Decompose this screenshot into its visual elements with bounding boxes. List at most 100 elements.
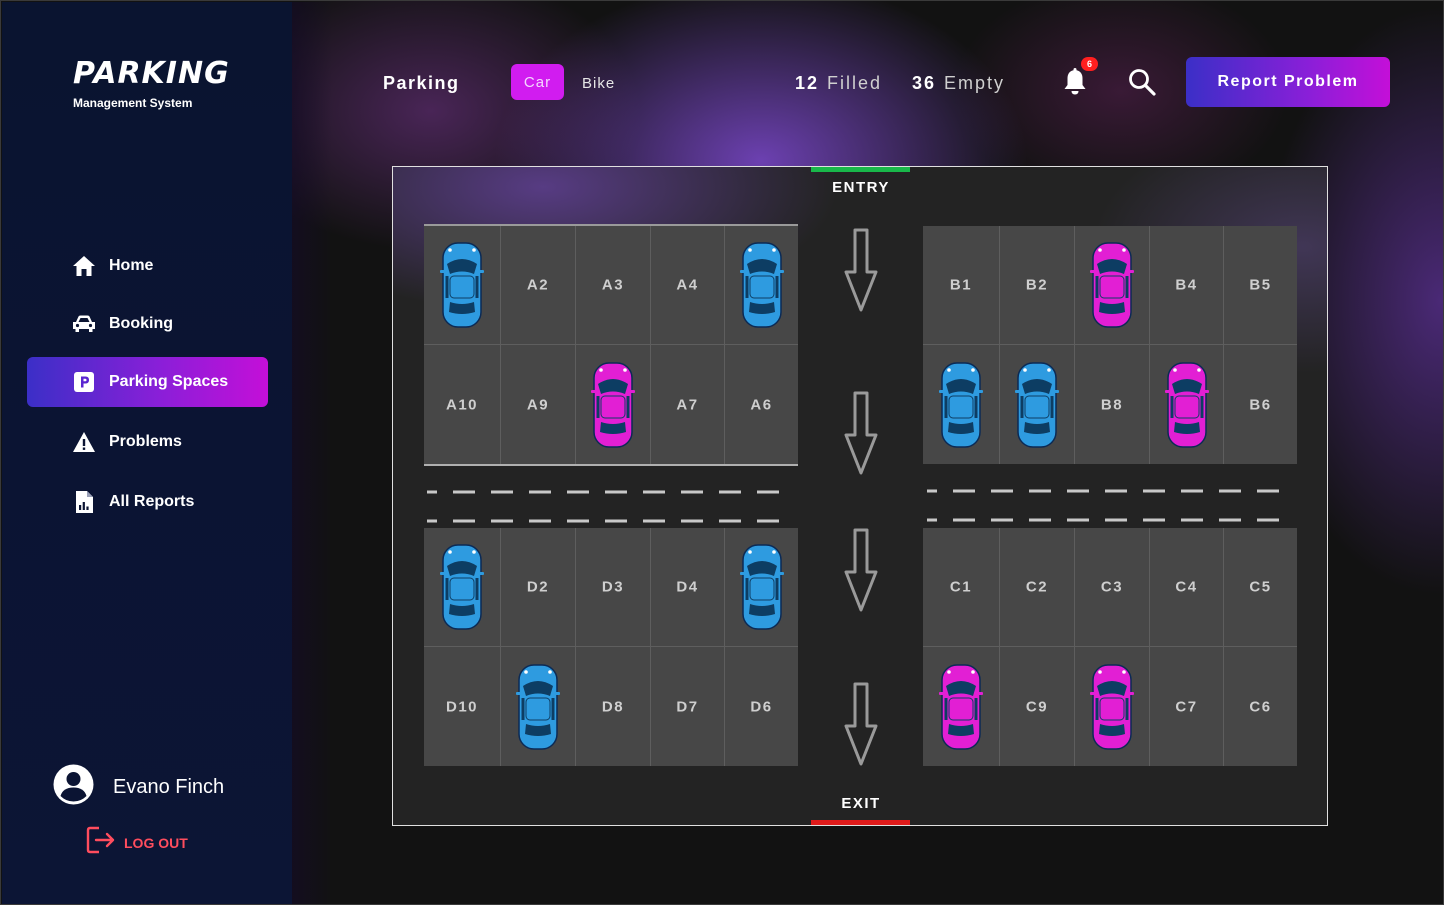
parking-slot-b10[interactable]	[923, 345, 1000, 464]
parking-slot-c9[interactable]: C9	[1000, 647, 1075, 766]
logo-title: PARKING	[73, 56, 230, 91]
logout-label: LOG OUT	[124, 834, 188, 851]
sidebar-item-label: All Reports	[109, 493, 195, 510]
parking-block-c: C1 C2 C3 C4 C5 C9 C7 C6	[923, 528, 1297, 766]
sidebar-item-booking[interactable]: Booking	[27, 299, 268, 349]
sidebar: PARKING Management System Home Booking P…	[2, 2, 332, 904]
parking-slot-c1[interactable]: C1	[923, 528, 1000, 647]
page-title: Parking	[383, 73, 460, 93]
slot-label: B5	[1249, 276, 1272, 294]
search-icon[interactable]	[1127, 67, 1157, 97]
parking-slot-b4[interactable]: B4	[1150, 226, 1224, 345]
parking-slot-a1[interactable]	[424, 226, 501, 345]
parking-lot-map: ENTRY EXIT A2 A3 A4 A10 A9 A7 A6 B1 B2 B4 B5 B8 B6 …	[392, 166, 1328, 826]
slot-label: A10	[445, 396, 479, 413]
parking-slot-b6[interactable]: B6	[1224, 345, 1297, 464]
parking-slot-d7[interactable]: D7	[651, 647, 725, 766]
arrow-down-icon	[844, 228, 878, 317]
slot-label: C2	[1025, 578, 1049, 596]
parking-slot-c6[interactable]: C6	[1224, 647, 1297, 766]
car-icon	[71, 311, 97, 337]
parking-slot-c3[interactable]: C3	[1075, 528, 1150, 647]
arrow-down-icon	[844, 391, 878, 480]
sidebar-item-all-reports[interactable]: All Reports	[27, 477, 268, 527]
entry-label: ENTRY	[832, 179, 890, 196]
logout-button[interactable]: LOG OUT	[86, 825, 188, 860]
lane-marking	[927, 480, 1293, 493]
parking-slot-c10[interactable]	[923, 647, 1000, 766]
parking-slot-b1[interactable]: B1	[923, 226, 1000, 345]
avatar-icon	[53, 764, 94, 810]
parking-slot-a3[interactable]: A3	[576, 226, 651, 345]
parking-icon	[71, 369, 97, 395]
slot-label: B6	[1249, 396, 1272, 413]
parking-slot-b2[interactable]: B2	[1000, 226, 1075, 345]
parking-slot-b9[interactable]	[1000, 345, 1075, 464]
parking-slot-a7[interactable]: A7	[651, 345, 725, 464]
sidebar-item-parking-spaces[interactable]: Parking Spaces	[27, 357, 268, 407]
parking-block-a: A2 A3 A4 A10 A9 A7 A6	[424, 224, 798, 466]
slot-label: A4	[676, 276, 699, 294]
lane-marking	[427, 510, 795, 523]
slot-label: D6	[750, 698, 773, 715]
parking-slot-d10[interactable]: D10	[424, 647, 501, 766]
empty-stat: 36 Empty	[912, 73, 1005, 94]
parking-slot-a8[interactable]	[576, 345, 651, 464]
parking-slot-a5[interactable]	[725, 226, 798, 345]
tab-bike[interactable]: Bike	[582, 75, 615, 92]
logo-subtitle: Management System	[73, 96, 193, 110]
slot-label: C4	[1175, 578, 1198, 596]
parking-slot-d3[interactable]: D3	[576, 528, 651, 647]
parking-slot-b8[interactable]: B8	[1075, 345, 1150, 464]
parking-slot-a4[interactable]: A4	[651, 226, 725, 345]
parking-slot-d6[interactable]: D6	[725, 647, 798, 766]
parking-slot-d5[interactable]	[725, 528, 798, 647]
parking-slot-c8[interactable]	[1075, 647, 1150, 766]
slot-label: D8	[601, 698, 625, 715]
parking-slot-c7[interactable]: C7	[1150, 647, 1224, 766]
slot-label: D3	[601, 578, 625, 596]
user-profile[interactable]: Evano Finch	[53, 764, 224, 810]
parking-slot-c4[interactable]: C4	[1150, 528, 1224, 647]
parking-slot-b3[interactable]	[1075, 226, 1150, 345]
slot-label: B8	[1100, 396, 1124, 413]
slot-label: C7	[1175, 698, 1198, 715]
filled-stat: 12 Filled	[795, 73, 882, 94]
slot-label: A2	[526, 276, 550, 294]
parking-slot-d2[interactable]: D2	[501, 528, 576, 647]
parking-slot-d4[interactable]: D4	[651, 528, 725, 647]
sidebar-item-label: Home	[109, 257, 154, 274]
sidebar-item-home[interactable]: Home	[27, 241, 268, 291]
exit-label: EXIT	[841, 795, 881, 812]
slot-label: C9	[1025, 698, 1049, 715]
slot-label: A7	[676, 396, 699, 413]
sidebar-item-label: Parking Spaces	[109, 373, 229, 390]
empty-count: 36	[912, 73, 937, 93]
parking-slot-a9[interactable]: A9	[501, 345, 576, 464]
sidebar-item-label: Problems	[109, 433, 182, 450]
lane-marking	[427, 481, 795, 494]
report-problem-button[interactable]: Report Problem	[1186, 57, 1390, 107]
tab-car[interactable]: Car	[511, 64, 564, 100]
sidebar-item-problems[interactable]: Problems	[27, 417, 268, 467]
parking-slot-c5[interactable]: C5	[1224, 528, 1297, 647]
parking-slot-d9[interactable]	[501, 647, 576, 766]
parking-slot-a10[interactable]: A10	[424, 345, 501, 464]
exit-gate	[811, 820, 910, 825]
slot-label: D10	[445, 698, 479, 715]
parking-slot-d8[interactable]: D8	[576, 647, 651, 766]
slot-label: C1	[949, 578, 973, 596]
lane-marking	[927, 509, 1293, 522]
slot-label: A9	[526, 396, 550, 413]
parking-slot-d1[interactable]	[424, 528, 501, 647]
sidebar-item-label: Booking	[109, 315, 173, 332]
parking-slot-a2[interactable]: A2	[501, 226, 576, 345]
empty-label: Empty	[944, 73, 1006, 93]
report-icon	[71, 489, 97, 515]
parking-slot-c2[interactable]: C2	[1000, 528, 1075, 647]
parking-slot-b5[interactable]: B5	[1224, 226, 1297, 345]
slot-label: C3	[1100, 578, 1124, 596]
parking-slot-a6[interactable]: A6	[725, 345, 798, 464]
app-frame: PARKING Management System Home Booking P…	[0, 0, 1444, 905]
parking-slot-b7[interactable]	[1150, 345, 1224, 464]
